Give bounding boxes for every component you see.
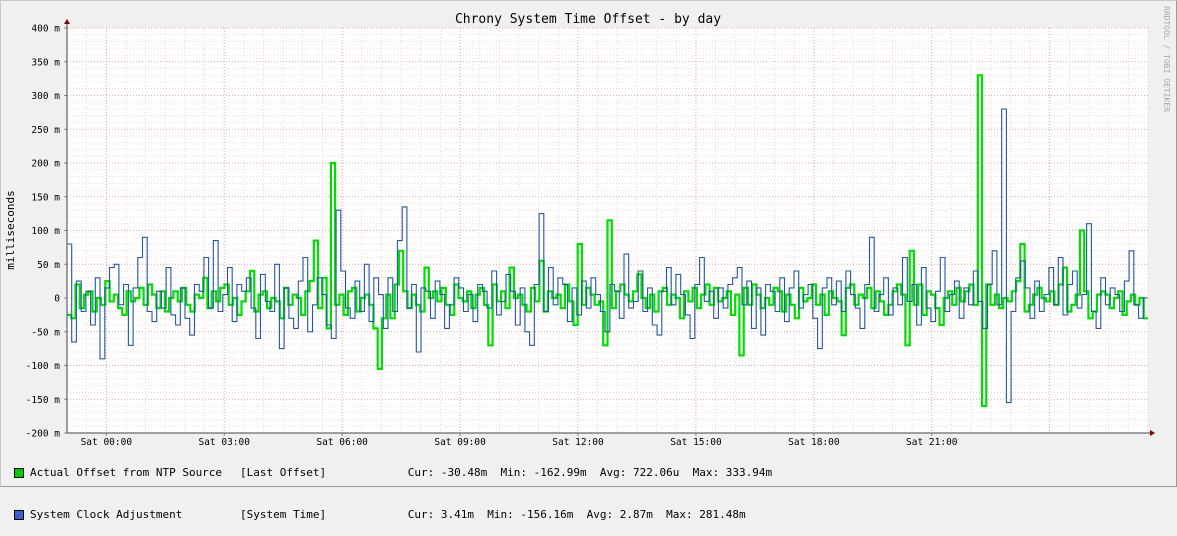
legend-cur-value: -30.48m xyxy=(440,466,488,479)
legend-name-offset: Actual Offset from NTP Source xyxy=(30,466,223,479)
legend-row-offset: Actual Offset from NTP Source [Last Offs… xyxy=(14,452,772,494)
legend-max-value: 333.94m xyxy=(725,466,773,479)
y-tick-label: 350 m xyxy=(31,57,60,68)
legend-min-value: -162.99m xyxy=(533,466,587,479)
legend-cur-label: Cur: xyxy=(407,508,435,521)
legend-name-clock: System Clock Adjustment xyxy=(30,508,183,521)
x-axis-ticks: Sat 00:00 Sat 03:00 Sat 06:00 Sat 09:00 Sat … xyxy=(81,433,958,448)
legend-max-value: 281.48m xyxy=(699,508,746,521)
chart-title: Chrony System Time Offset - by day xyxy=(455,12,721,27)
y-tick-label: 100 m xyxy=(31,226,60,237)
y-tick-label: -100 m xyxy=(26,361,61,372)
legend-row-clock: System Clock Adjustment [System Time] Cu… xyxy=(14,494,772,536)
legend-avg-label: Avg: xyxy=(599,466,627,479)
legend-cur-label: Cur: xyxy=(407,466,435,479)
x-axis-arrow xyxy=(1150,430,1155,436)
x-tick-label: Sat 12:00 xyxy=(552,437,604,448)
legend-stats-clock: Cur: 3.41m Min: -156.16m Avg: 2.87m Max:… xyxy=(368,494,746,536)
legend-source-clock: [System Time] xyxy=(240,508,327,521)
legend-min-label: Min: xyxy=(487,508,514,521)
legend-avg-label: Avg: xyxy=(586,508,614,521)
y-tick-label: 0 xyxy=(54,294,60,305)
y-axis-ticks: 400 m 350 m 300 m 250 m 200 m 150 m 100 m 50 m 0… xyxy=(26,24,67,440)
y-tick-label: -150 m xyxy=(26,395,61,406)
legend: Actual Offset from NTP Source [Last Offs… xyxy=(14,452,772,536)
legend-avg-value: 2.87m xyxy=(619,508,653,521)
legend-max-label: Max: xyxy=(692,466,720,479)
x-tick-label: Sat 00:00 xyxy=(81,437,133,448)
legend-min-value: -156.16m xyxy=(520,508,574,521)
y-tick-label: 400 m xyxy=(31,24,60,35)
legend-source-offset: [Last Offset] xyxy=(240,466,327,479)
legend-avg-value: 722.06u xyxy=(632,466,680,479)
y-tick-label: 300 m xyxy=(31,91,60,102)
legend-swatch-offset xyxy=(14,468,24,478)
legend-max-label: Max: xyxy=(666,508,693,521)
y-tick-label: -50 m xyxy=(31,327,60,338)
y-tick-label: 150 m xyxy=(31,192,60,203)
legend-swatch-clock xyxy=(14,510,24,520)
y-tick-label: 200 m xyxy=(31,159,60,170)
x-tick-label: Sat 15:00 xyxy=(670,437,722,448)
y-axis-label: milliseconds xyxy=(4,190,17,269)
legend-min-label: Min: xyxy=(500,466,527,479)
rrdtool-watermark: RRDTOOL / TOBI OETIKER xyxy=(1162,6,1171,112)
offset-chart: Chrony System Time Offset - by day milli… xyxy=(4,6,1171,448)
x-tick-label: Sat 21:00 xyxy=(906,437,958,448)
x-tick-label: Sat 09:00 xyxy=(434,437,486,448)
x-tick-label: Sat 06:00 xyxy=(316,437,368,448)
y-tick-label: 250 m xyxy=(31,125,60,136)
legend-stats-offset: Cur: -30.48m Min: -162.99m Avg: 722.06u … xyxy=(368,452,772,494)
y-tick-label: -200 m xyxy=(26,429,61,440)
y-axis-arrow xyxy=(64,19,70,24)
y-tick-label: 50 m xyxy=(37,260,60,271)
legend-cur-value: 3.41m xyxy=(440,508,474,521)
x-tick-label: Sat 03:00 xyxy=(198,437,250,448)
x-tick-label: Sat 18:00 xyxy=(788,437,840,448)
